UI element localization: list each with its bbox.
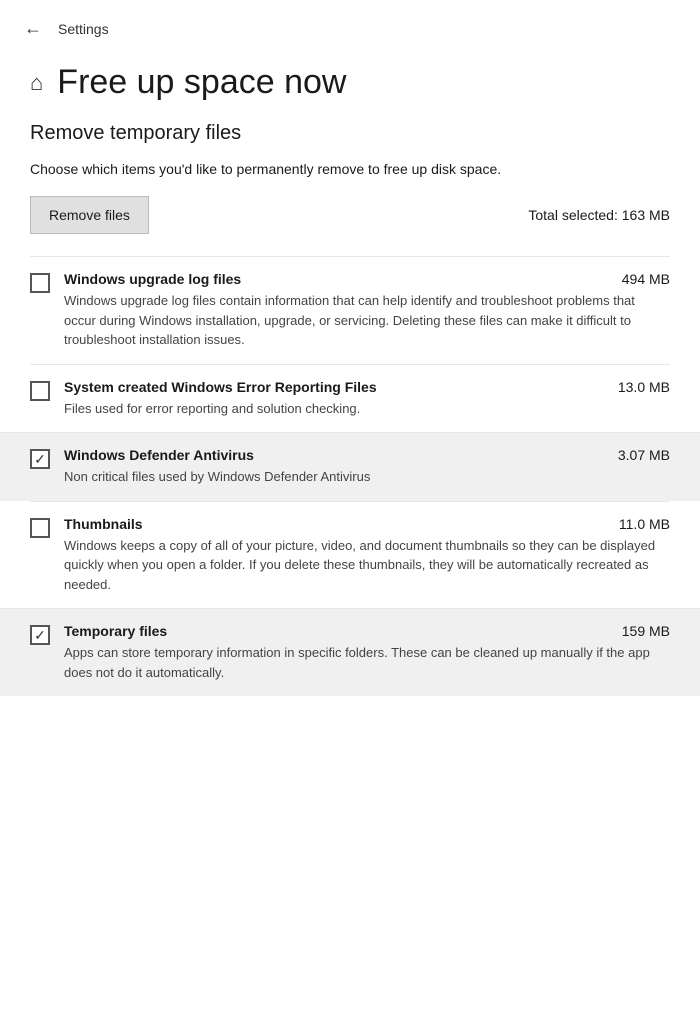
action-row: Remove files Total selected: 163 MB (30, 196, 670, 234)
title-bar: ← Settings (0, 0, 700, 53)
back-icon: ← (24, 18, 42, 39)
checkbox-windows-upgrade-log[interactable] (30, 273, 50, 293)
checkmark-icon: ✓ (34, 628, 46, 642)
list-item: System created Windows Error Reporting F… (30, 364, 670, 433)
file-name: Temporary files (64, 623, 167, 639)
description-text: Choose which items you'd like to permane… (30, 159, 670, 180)
file-size: 3.07 MB (618, 447, 670, 463)
file-description: Files used for error reporting and solut… (64, 399, 670, 419)
list-item: Windows upgrade log files 494 MB Windows… (30, 256, 670, 364)
page-title: Free up space now (57, 63, 346, 102)
checkbox-thumbnails[interactable] (30, 518, 50, 538)
file-size: 159 MB (622, 623, 670, 639)
file-name: Thumbnails (64, 516, 143, 532)
checkbox-wrapper (30, 381, 50, 401)
file-size: 11.0 MB (619, 516, 670, 532)
checkbox-temporary-files[interactable]: ✓ (30, 625, 50, 645)
file-info: System created Windows Error Reporting F… (64, 379, 670, 419)
file-header: Temporary files 159 MB (64, 623, 670, 639)
remove-files-button[interactable]: Remove files (30, 196, 149, 234)
file-info: Temporary files 159 MB Apps can store te… (64, 623, 670, 682)
list-item: ✓ Temporary files 159 MB Apps can store … (0, 608, 700, 696)
file-name: Windows upgrade log files (64, 271, 241, 287)
checkbox-wrapper (30, 273, 50, 293)
file-name: Windows Defender Antivirus (64, 447, 254, 463)
file-info: Thumbnails 11.0 MB Windows keeps a copy … (64, 516, 670, 595)
section-title: Remove temporary files (30, 122, 670, 145)
checkbox-wrapper (30, 518, 50, 538)
page-header: ⌂ Free up space now (0, 53, 700, 122)
title-bar-label: Settings (58, 21, 109, 37)
file-size: 494 MB (622, 271, 670, 287)
file-items-list: Windows upgrade log files 494 MB Windows… (30, 256, 670, 696)
total-selected-label: Total selected: 163 MB (528, 207, 670, 223)
file-name: System created Windows Error Reporting F… (64, 379, 377, 395)
back-button[interactable]: ← (20, 14, 46, 43)
file-header: Windows upgrade log files 494 MB (64, 271, 670, 287)
checkbox-windows-defender[interactable]: ✓ (30, 449, 50, 469)
file-header: Thumbnails 11.0 MB (64, 516, 670, 532)
file-header: Windows Defender Antivirus 3.07 MB (64, 447, 670, 463)
checkbox-wrapper: ✓ (30, 449, 50, 469)
file-header: System created Windows Error Reporting F… (64, 379, 670, 395)
home-icon: ⌂ (30, 70, 43, 96)
file-description: Windows upgrade log files contain inform… (64, 291, 670, 350)
checkbox-wrapper: ✓ (30, 625, 50, 645)
file-info: Windows upgrade log files 494 MB Windows… (64, 271, 670, 350)
file-size: 13.0 MB (618, 379, 670, 395)
file-description: Windows keeps a copy of all of your pict… (64, 536, 670, 595)
list-item: ✓ Windows Defender Antivirus 3.07 MB Non… (0, 432, 700, 501)
file-description: Non critical files used by Windows Defen… (64, 467, 670, 487)
list-item: Thumbnails 11.0 MB Windows keeps a copy … (30, 501, 670, 609)
content-area: Remove temporary files Choose which item… (0, 122, 700, 726)
checkmark-icon: ✓ (34, 452, 46, 466)
file-description: Apps can store temporary information in … (64, 643, 670, 682)
checkbox-windows-error-reporting[interactable] (30, 381, 50, 401)
file-info: Windows Defender Antivirus 3.07 MB Non c… (64, 447, 670, 487)
